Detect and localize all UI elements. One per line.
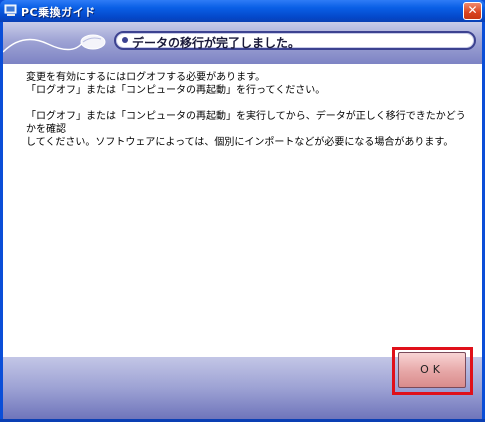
- body-line: してください。ソフトウェアによっては、個別にインポートなどが必要になる場合があり…: [26, 137, 454, 148]
- dialog-window: PC乗換ガイド ✕ データの移行が完了しました。 変更を有効にするにはログオフす…: [0, 0, 485, 422]
- message-body: 変更を有効にするにはログオフする必要があります。 「ログオフ」または「コンピュー…: [26, 71, 466, 149]
- window-title: PC乗換ガイド: [21, 6, 96, 19]
- header-band: データの移行が完了しました。: [3, 22, 482, 64]
- close-button[interactable]: ✕: [463, 2, 482, 20]
- ok-button[interactable]: OK: [398, 352, 466, 388]
- close-icon: ✕: [467, 3, 478, 17]
- status-message: データの移行が完了しました。: [132, 36, 301, 50]
- bullet-icon: [122, 37, 128, 43]
- title-bar[interactable]: PC乗換ガイド ✕: [0, 0, 485, 22]
- computer-icon: [4, 4, 17, 16]
- status-message-box: データの移行が完了しました。: [114, 31, 476, 50]
- body-line: 変更を有効にするにはログオフする必要があります。: [26, 72, 266, 83]
- body-line: 「ログオフ」または「コンピュータの再起動」を実行してから、データが正しく移行でき…: [26, 111, 466, 135]
- mouse-icon: [3, 34, 106, 53]
- body-line: 「ログオフ」または「コンピュータの再起動」を行ってください。: [26, 85, 326, 96]
